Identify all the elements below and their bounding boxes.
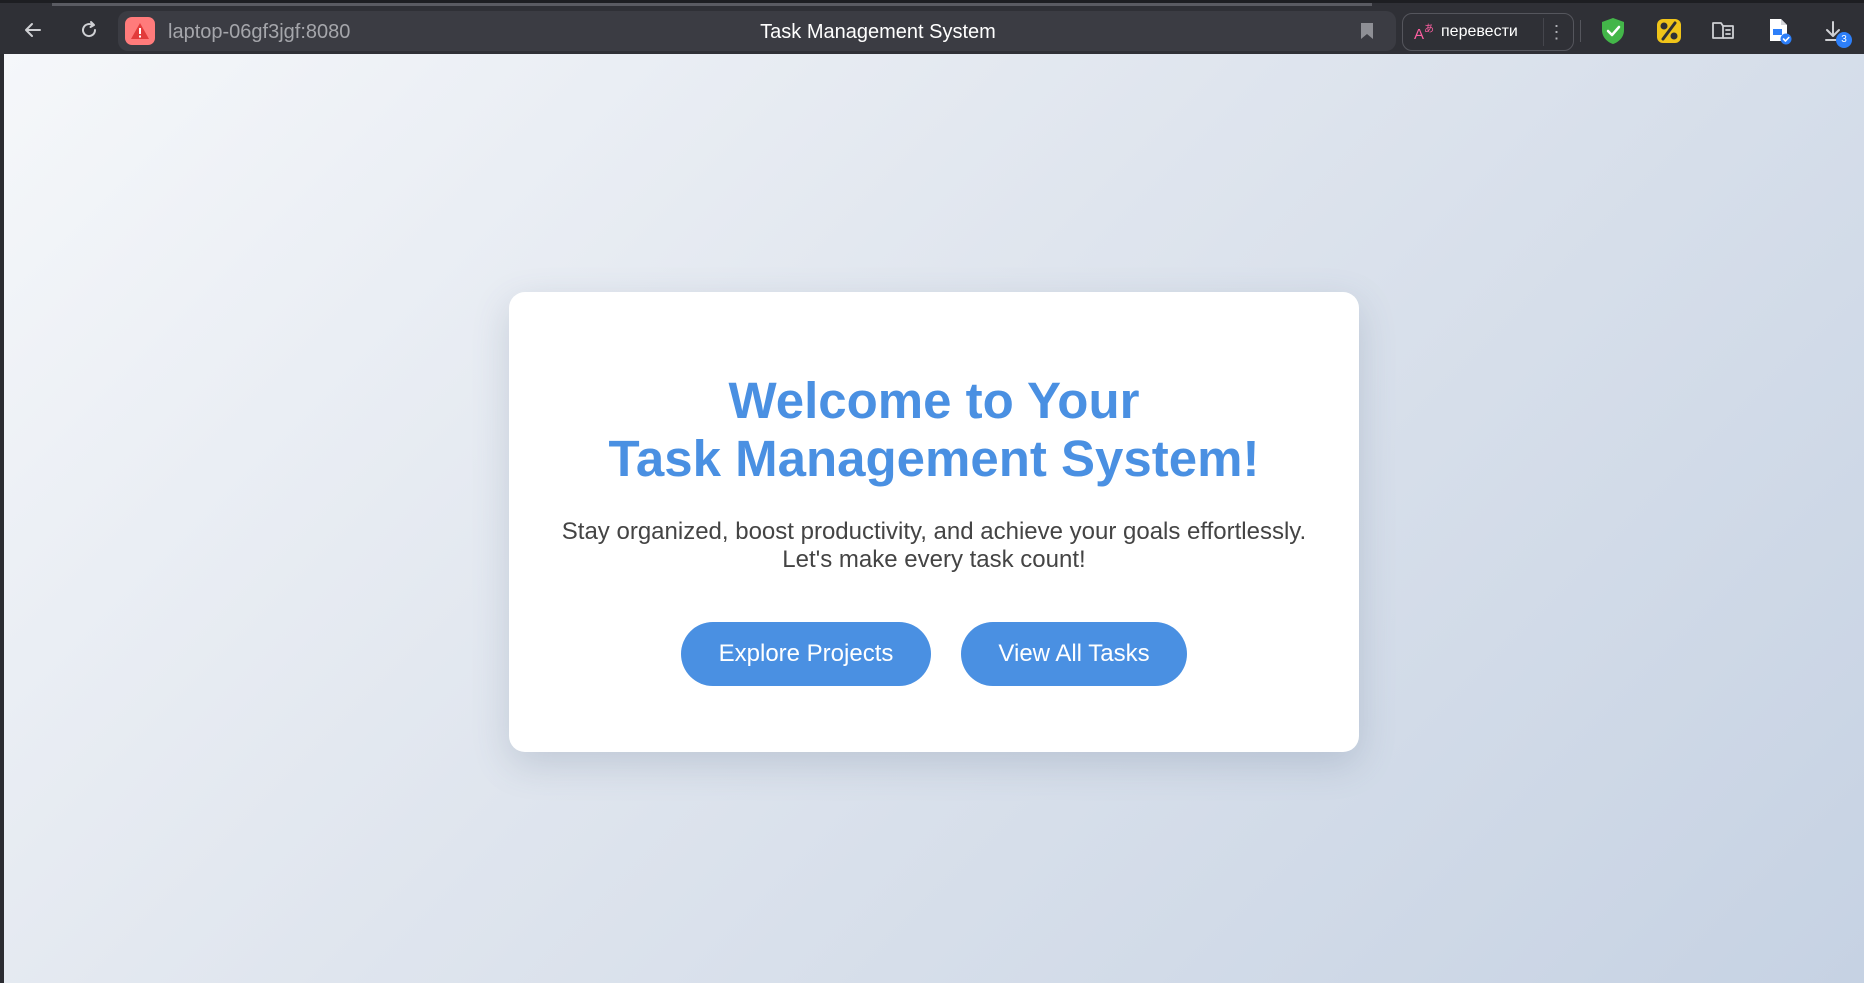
downloads-count-badge: 3 xyxy=(1836,32,1852,48)
document-check-icon xyxy=(1770,19,1792,45)
toolbar-divider xyxy=(1580,20,1581,42)
url-text[interactable]: laptop-06gf3jgf:8080 xyxy=(168,21,350,44)
welcome-card: Welcome to Your Task Management System! … xyxy=(509,292,1359,752)
tab-groups-button[interactable] xyxy=(1708,16,1738,46)
downloads-button[interactable]: 3 xyxy=(1818,16,1852,48)
active-tab-indicator xyxy=(52,3,1372,6)
translate-button[interactable]: A あ перевести ⋮ xyxy=(1402,13,1574,51)
protect-extension-button[interactable] xyxy=(1598,16,1628,46)
shield-check-icon xyxy=(1602,18,1624,44)
translate-menu-button[interactable]: ⋮ xyxy=(1543,18,1569,46)
site-warning-badge[interactable] xyxy=(125,17,155,45)
reload-button[interactable] xyxy=(74,15,104,45)
warning-triangle-icon xyxy=(131,23,149,39)
discount-extension-button[interactable] xyxy=(1654,16,1684,46)
view-all-tasks-button[interactable]: View All Tasks xyxy=(961,622,1187,686)
svg-text:あ: あ xyxy=(1424,23,1434,35)
translate-icon: A あ xyxy=(1414,23,1434,43)
refresh-icon xyxy=(82,21,97,38)
tabs-icon xyxy=(1712,22,1734,39)
arrow-left-icon xyxy=(25,23,41,37)
welcome-subtitle-line-2: Let's make every task count! xyxy=(782,546,1086,573)
translate-label: перевести xyxy=(1441,23,1518,40)
address-bar[interactable]: laptop-06gf3jgf:8080 Task Management Sys… xyxy=(118,11,1396,51)
welcome-title: Welcome to Your Task Management System! xyxy=(509,372,1359,488)
tab-title: Task Management System xyxy=(760,21,996,43)
welcome-subtitle-line-1: Stay organized, boost productivity, and … xyxy=(561,518,1307,545)
svg-text:A: A xyxy=(1414,26,1424,43)
welcome-title-line-1: Welcome to Your xyxy=(728,372,1140,429)
browser-toolbar: laptop-06gf3jgf:8080 Task Management Sys… xyxy=(0,0,1864,54)
percent-icon xyxy=(1657,19,1681,43)
document-extension-button[interactable] xyxy=(1764,16,1794,46)
explore-projects-button[interactable]: Explore Projects xyxy=(681,622,931,686)
back-button[interactable] xyxy=(18,15,48,45)
welcome-subtitle: Stay organized, boost productivity, and … xyxy=(509,518,1359,574)
welcome-title-line-2: Task Management System! xyxy=(608,430,1260,487)
bookmark-icon xyxy=(1361,23,1373,39)
page-background: Welcome to Your Task Management System! … xyxy=(4,54,1864,983)
bookmark-button[interactable] xyxy=(1356,20,1378,42)
